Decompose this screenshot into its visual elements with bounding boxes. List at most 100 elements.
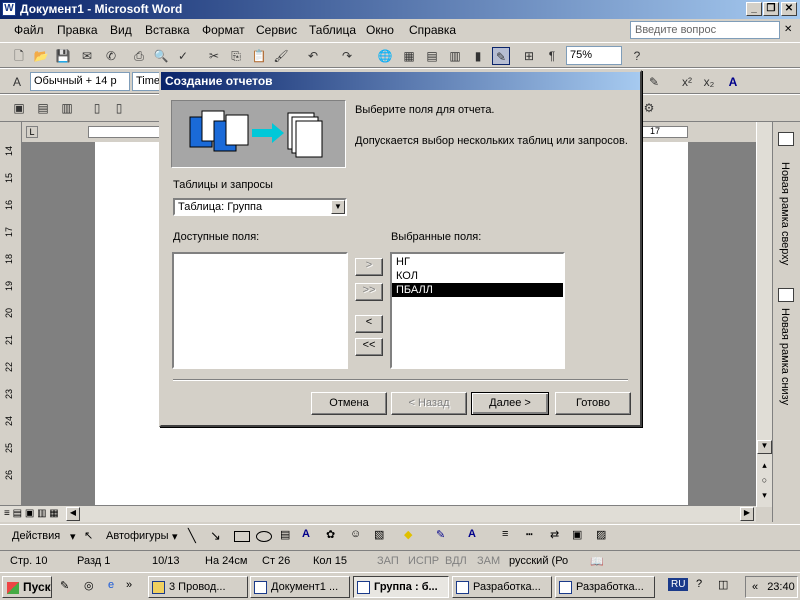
quicklaunch-more-icon[interactable]: »	[126, 579, 132, 591]
menu-format[interactable]: Формат	[202, 23, 245, 37]
help-icon[interactable]: ?	[628, 47, 646, 65]
superscript-icon[interactable]: x²	[678, 73, 696, 91]
textbox-icon[interactable]: ▤	[280, 528, 290, 541]
save-icon[interactable]: 💾	[54, 47, 72, 65]
ie-icon[interactable]: e	[108, 579, 114, 591]
selected-field-item[interactable]: КОЛ	[392, 269, 563, 283]
subscript-icon[interactable]: x₂	[700, 73, 718, 91]
autoshapes-menu[interactable]: Автофигуры	[106, 530, 169, 542]
selected-field-item[interactable]: ПБАЛЛ	[392, 283, 563, 297]
line-color-icon[interactable]: ✎	[436, 528, 445, 541]
styles-formatting-icon[interactable]: A	[8, 73, 26, 91]
rectangle-icon[interactable]	[234, 531, 250, 542]
draw-actions-menu[interactable]: Действия	[12, 530, 60, 542]
arrow-icon[interactable]: ↘	[210, 528, 221, 544]
task-word[interactable]: Документ1 ...	[250, 576, 350, 598]
menu-table[interactable]: Таблица	[309, 23, 356, 37]
draw-font-color-icon[interactable]: A	[468, 528, 476, 540]
status-track[interactable]: ИСПР	[408, 555, 439, 567]
back-button[interactable]: < Назад	[391, 392, 467, 415]
document-map-icon[interactable]: ⊞	[520, 47, 538, 65]
quicklaunch-icon-1[interactable]: ✎	[60, 579, 69, 592]
tb3-icon-5[interactable]: ▯	[110, 99, 128, 117]
close-button[interactable]: ✕	[781, 2, 797, 16]
open-icon[interactable]: 📂	[32, 47, 50, 65]
select-objects-icon[interactable]: ↖	[84, 529, 93, 542]
scroll-right-arrow[interactable]: ▶	[740, 507, 754, 521]
insert-table-icon[interactable]: ▤	[423, 47, 441, 65]
view-buttons[interactable]: ≡ ▤ ▣ ▥ ▦	[4, 508, 59, 519]
scroll-down-arrow[interactable]: ▼	[757, 440, 772, 454]
drawing-icon[interactable]: ✎	[492, 47, 510, 65]
tray-icon[interactable]: ◫	[718, 578, 728, 591]
line-icon[interactable]: ╲	[188, 528, 196, 544]
vertical-scrollbar[interactable]: ▼ ▴ ○ ▾	[756, 122, 772, 507]
oval-icon[interactable]	[256, 531, 272, 542]
picture-icon[interactable]: ▧	[374, 528, 384, 541]
start-button[interactable]: Пуск	[2, 576, 52, 598]
tb3-icon-6[interactable]: ⚙	[640, 99, 658, 117]
tb3-icon-3[interactable]: ▥	[58, 99, 76, 117]
tables-borders-icon[interactable]: ▦	[400, 47, 418, 65]
cancel-button[interactable]: Отмена	[311, 392, 387, 415]
email-icon[interactable]: ✆	[102, 47, 120, 65]
spelling-icon[interactable]: ✓	[174, 47, 192, 65]
menu-window[interactable]: Окно	[366, 23, 394, 37]
highlight-icon[interactable]: ✎	[645, 73, 663, 91]
shadow-icon[interactable]: ▣	[572, 528, 582, 541]
status-extend[interactable]: ВДЛ	[445, 555, 467, 567]
close-document-icon[interactable]: ✕	[784, 24, 792, 35]
insert-excel-icon[interactable]: ▥	[446, 47, 464, 65]
next-button[interactable]: Далее >	[471, 392, 549, 415]
arrow-style-icon[interactable]: ⇄	[550, 528, 559, 541]
task-group-table[interactable]: Группа : б...	[353, 576, 449, 598]
dash-style-icon[interactable]: ┅	[526, 528, 533, 541]
clipart-icon[interactable]: ☺	[350, 528, 361, 540]
spelling-status-icon[interactable]: 📖	[590, 555, 604, 568]
font-combo[interactable]: Time	[132, 72, 162, 91]
task-pane-item-top[interactable]: Новая рамка сверху	[779, 162, 791, 265]
menu-tools[interactable]: Сервис	[256, 23, 297, 37]
diagram-icon[interactable]: ✿	[326, 528, 335, 541]
permission-icon[interactable]: ✉	[78, 47, 96, 65]
frame-bottom-icon[interactable]	[778, 288, 794, 302]
line-style-icon[interactable]: ≡	[502, 528, 508, 540]
maximize-button[interactable]: ❐	[763, 2, 779, 16]
horizontal-scrollbar[interactable]: ≡ ▤ ▣ ▥ ▦ ◀ ▶	[0, 505, 756, 522]
available-fields-list[interactable]	[172, 252, 348, 369]
scroll-left-arrow[interactable]: ◀	[66, 507, 80, 521]
print-preview-icon[interactable]: 🔍	[152, 47, 170, 65]
tb3-icon-2[interactable]: ▤	[34, 99, 52, 117]
menu-edit[interactable]: Правка	[57, 23, 98, 37]
copy-icon[interactable]: ⎘	[227, 47, 245, 65]
browse-object-buttons[interactable]: ▴ ○ ▾	[757, 458, 772, 504]
tb3-icon-1[interactable]: ▣	[10, 99, 28, 117]
move-one-button[interactable]: >	[355, 258, 383, 276]
chevron-down-icon[interactable]: ▼	[331, 200, 345, 214]
quicklaunch-icon-2[interactable]: ◎	[84, 579, 94, 592]
3d-icon[interactable]: ▨	[596, 528, 606, 541]
show-hide-icon[interactable]: ¶	[543, 47, 561, 65]
status-overtype[interactable]: ЗАМ	[477, 555, 500, 567]
tray-help-icon[interactable]: ?	[696, 578, 702, 590]
font-color-icon[interactable]: A	[724, 73, 742, 91]
wordart-icon[interactable]: A	[302, 528, 310, 540]
task-explorer[interactable]: 3 Провод...	[148, 576, 248, 598]
hyperlink-icon[interactable]: 🌐	[376, 47, 394, 65]
columns-icon[interactable]: ▮	[469, 47, 487, 65]
task-dev-1[interactable]: Разработка...	[452, 576, 552, 598]
frame-top-icon[interactable]	[778, 132, 794, 146]
tables-select[interactable]: Таблица: Группа ▼	[173, 198, 347, 216]
fill-color-icon[interactable]: ◆	[404, 528, 412, 541]
move-all-button[interactable]: >>	[355, 283, 383, 301]
word-app-icon[interactable]: W	[2, 2, 16, 16]
remove-one-button[interactable]: <	[355, 315, 383, 333]
new-document-icon[interactable]: 🗋	[10, 47, 28, 65]
print-icon[interactable]: ⎙	[130, 47, 148, 65]
tab-selector[interactable]: L	[26, 126, 38, 138]
status-rec[interactable]: ЗАП	[377, 555, 399, 567]
paste-icon[interactable]: 📋	[250, 47, 268, 65]
menu-file[interactable]: Файл	[14, 23, 44, 37]
zoom-combo[interactable]: 75%	[566, 46, 622, 65]
menu-view[interactable]: Вид	[110, 23, 132, 37]
